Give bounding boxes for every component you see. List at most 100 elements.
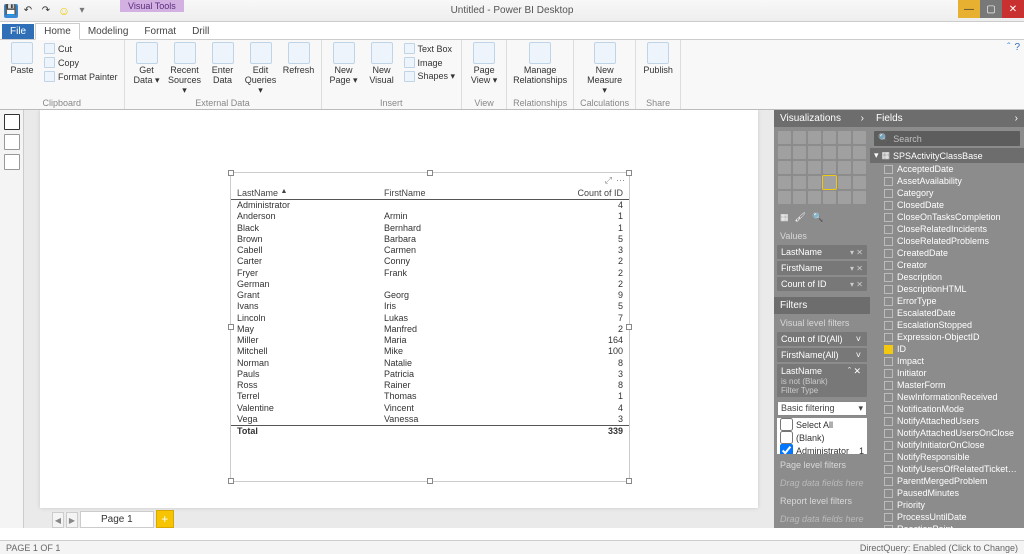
data-view-icon[interactable] — [4, 134, 20, 150]
viz-type-icon[interactable] — [808, 131, 821, 144]
status-directquery[interactable]: DirectQuery: Enabled (Click to Change) — [860, 543, 1018, 553]
page-prev-button[interactable]: ◀ — [52, 512, 64, 528]
field-row[interactable]: ParentMergedProblem — [870, 475, 1024, 487]
enter-data-button[interactable]: Enter Data — [207, 42, 239, 86]
col-lastname[interactable]: LastName ▲ — [231, 187, 378, 200]
window-maximize-button[interactable]: ▢ — [980, 0, 1002, 18]
well-count[interactable]: Count of ID▾ ✕ — [777, 277, 867, 291]
field-row[interactable]: CloseRelatedProblems — [870, 235, 1024, 247]
viz-type-icon[interactable] — [838, 161, 851, 174]
filter-checklist[interactable]: Select All (Blank) Administrator1 Anders… — [777, 418, 867, 454]
tab-format[interactable]: Format — [136, 24, 184, 39]
viz-type-icon[interactable] — [778, 131, 791, 144]
viz-type-icon[interactable] — [808, 176, 821, 189]
field-row[interactable]: Creator — [870, 259, 1024, 271]
well-firstname[interactable]: FirstName▾ ✕ — [777, 261, 867, 275]
new-measure-button[interactable]: New Measure ▾ — [585, 42, 625, 96]
collapse-ribbon-icon[interactable]: ˆ — [1007, 42, 1010, 53]
recent-sources-button[interactable]: Recent Sources ▾ — [169, 42, 201, 96]
tab-drill[interactable]: Drill — [184, 24, 217, 39]
collapse-fields-icon[interactable]: › — [1015, 113, 1018, 124]
filter-check-row[interactable]: Administrator1 — [777, 444, 867, 454]
viz-type-icon[interactable] — [808, 191, 821, 204]
field-row[interactable]: AcceptedDate — [870, 163, 1024, 175]
edit-queries-button[interactable]: Edit Queries ▾ — [245, 42, 277, 96]
fields-search-input[interactable] — [893, 134, 1016, 144]
field-row[interactable]: Expression-ObjectID — [870, 331, 1024, 343]
refresh-button[interactable]: Refresh — [283, 42, 315, 76]
viz-type-icon[interactable] — [793, 161, 806, 174]
tab-home[interactable]: Home — [35, 23, 80, 40]
field-row[interactable]: ID — [870, 343, 1024, 355]
viz-type-icon[interactable] — [793, 131, 806, 144]
field-row[interactable]: Initiator — [870, 367, 1024, 379]
viz-type-icon[interactable] — [778, 176, 791, 189]
visual-options-icon[interactable]: ⋯ — [616, 175, 625, 186]
field-row[interactable]: ProcessUntilDate — [870, 511, 1024, 523]
viz-type-icon[interactable] — [793, 191, 806, 204]
filter-check-row[interactable]: (Blank) — [777, 431, 867, 444]
field-row[interactable]: Description — [870, 271, 1024, 283]
viz-type-icon[interactable] — [853, 131, 866, 144]
format-painter-button[interactable]: Format Painter — [44, 70, 118, 83]
field-row[interactable]: ErrorType — [870, 295, 1024, 307]
paste-button[interactable]: Paste — [6, 42, 38, 76]
tab-file[interactable]: File — [2, 24, 34, 39]
field-row[interactable]: NotifyResponsible — [870, 451, 1024, 463]
window-close-button[interactable]: ✕ — [1002, 0, 1024, 18]
col-count[interactable]: Count of ID — [499, 187, 629, 200]
field-row[interactable]: ClosedDate — [870, 199, 1024, 211]
qat-undo-icon[interactable]: ↶ — [20, 3, 36, 19]
viz-type-icon[interactable] — [853, 191, 866, 204]
viz-type-icon[interactable] — [778, 146, 791, 159]
field-row[interactable]: MasterForm — [870, 379, 1024, 391]
window-minimize-button[interactable]: — — [958, 0, 980, 18]
viz-type-icon[interactable] — [808, 146, 821, 159]
page-view-button[interactable]: Page View ▾ — [468, 42, 500, 86]
field-row[interactable]: AssetAvailability — [870, 175, 1024, 187]
page-next-button[interactable]: ▶ — [66, 512, 78, 528]
viz-type-icon[interactable] — [853, 146, 866, 159]
publish-button[interactable]: Publish — [642, 42, 674, 76]
field-row[interactable]: CloseOnTasksCompletion — [870, 211, 1024, 223]
field-row[interactable]: ReactionPoint — [870, 523, 1024, 528]
page-tab-1[interactable]: Page 1 — [80, 511, 154, 528]
field-row[interactable]: NotifyAttachedUsers — [870, 415, 1024, 427]
field-row[interactable]: Impact — [870, 355, 1024, 367]
fields-search[interactable]: 🔍 — [874, 131, 1020, 146]
page-drop-area[interactable]: Drag data fields here — [774, 474, 870, 492]
report-canvas[interactable]: ⤢ ⋯ LastName ▲ FirstName Count of ID Adm… — [40, 110, 758, 508]
field-row[interactable]: EscalatedDate — [870, 307, 1024, 319]
viz-type-icon[interactable] — [853, 176, 866, 189]
qat-save-icon[interactable]: 💾 — [4, 4, 18, 18]
viz-type-icon[interactable] — [778, 161, 791, 174]
field-row[interactable]: CreatedDate — [870, 247, 1024, 259]
field-row[interactable]: NotifyUsersOfRelatedTicketsOnClose — [870, 463, 1024, 475]
analytics-tab-icon[interactable]: 🔍 — [812, 212, 823, 223]
fields-tab-icon[interactable]: ▦ — [780, 212, 789, 223]
qat-feedback-icon[interactable]: ☺ — [56, 3, 72, 19]
shapes-button[interactable]: Shapes ▾ — [404, 70, 456, 83]
viz-type-icon[interactable] — [838, 191, 851, 204]
filter-firstname[interactable]: FirstName(All)˅ — [777, 348, 867, 362]
viz-type-icon[interactable] — [808, 161, 821, 174]
filter-type-select[interactable]: Basic filtering▾ — [777, 401, 867, 416]
filter-count[interactable]: Count of ID(All)˅ — [777, 332, 867, 346]
get-data-button[interactable]: Get Data ▾ — [131, 42, 163, 86]
text-box-button[interactable]: Text Box — [404, 42, 456, 55]
viz-type-icon[interactable] — [793, 176, 806, 189]
copy-button[interactable]: Copy — [44, 56, 118, 69]
col-firstname[interactable]: FirstName — [378, 187, 499, 200]
field-row[interactable]: Priority — [870, 499, 1024, 511]
visualization-gallery[interactable] — [774, 127, 870, 208]
qat-dropdown-icon[interactable]: ▾ — [74, 3, 90, 19]
new-page-button[interactable]: New Page ▾ — [328, 42, 360, 86]
manage-relationships-button[interactable]: Manage Relationships — [516, 42, 564, 86]
field-row[interactable]: Category — [870, 187, 1024, 199]
field-row[interactable]: NewInformationReceived — [870, 391, 1024, 403]
field-row[interactable]: NotifyAttachedUsersOnClose — [870, 427, 1024, 439]
add-page-button[interactable]: + — [156, 510, 174, 528]
field-row[interactable]: NotificationMode — [870, 403, 1024, 415]
format-tab-icon[interactable]: 🖌 — [795, 212, 806, 223]
viz-type-icon[interactable] — [823, 191, 836, 204]
